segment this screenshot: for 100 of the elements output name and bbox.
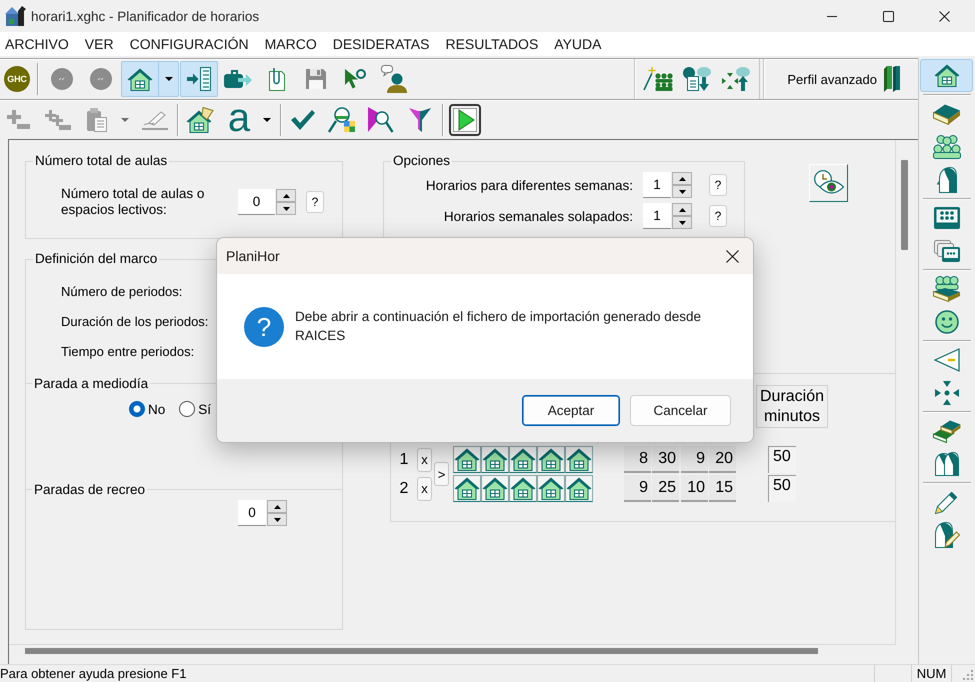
checkmark-icon xyxy=(291,110,315,130)
dialog-button[interactable]: Cancelar xyxy=(630,395,731,426)
spin-up-button[interactable] xyxy=(672,203,692,216)
house-icon xyxy=(538,477,564,500)
menu-item[interactable]: DESIDERATAS xyxy=(332,36,430,52)
books-icon xyxy=(884,66,900,92)
day-cell[interactable] xyxy=(481,475,509,502)
spin-up-button[interactable] xyxy=(276,189,296,202)
number-field[interactable]: 1 xyxy=(643,172,671,198)
number-field[interactable]: 1 xyxy=(643,203,671,229)
triangle-icon xyxy=(934,348,960,372)
day-cell[interactable] xyxy=(565,475,593,502)
time-cell: 20 xyxy=(709,446,736,473)
dialog-button[interactable]: Aceptar xyxy=(522,395,620,426)
day-cell[interactable] xyxy=(537,446,565,473)
day-cell[interactable] xyxy=(481,446,509,473)
head-profile-icon xyxy=(936,166,956,192)
people-book-icon xyxy=(932,276,960,302)
maximize-icon xyxy=(882,10,894,22)
play-icon xyxy=(449,104,481,136)
vertical-scrollbar-thumb[interactable] xyxy=(901,160,908,250)
eye-clock-icon xyxy=(814,170,844,196)
house-icon xyxy=(127,68,153,90)
group-title: Número total de aulas xyxy=(34,153,168,169)
help-button[interactable]: ? xyxy=(709,205,727,227)
field-label: Horarios semanales solapados: xyxy=(442,208,633,224)
briefcase-icon xyxy=(224,70,252,88)
time-cell: 30 xyxy=(652,446,679,473)
day-cell[interactable] xyxy=(509,446,537,473)
dialog-title: PlaniHor xyxy=(226,248,281,264)
menu-item[interactable]: AYUDA xyxy=(554,36,602,52)
radio-option[interactable]: No xyxy=(129,400,166,418)
smiley-face-icon xyxy=(934,310,958,334)
duration-field[interactable]: 50 xyxy=(768,446,796,473)
up-arrow-icon xyxy=(678,208,686,212)
head-pencil-icon xyxy=(934,522,960,548)
up-arrow-icon xyxy=(678,176,686,180)
menu-item[interactable]: VER xyxy=(84,36,114,52)
house-icon xyxy=(482,477,508,500)
pencil-icon xyxy=(934,490,958,514)
view-button[interactable] xyxy=(809,164,848,202)
arrow-into-panel-icon xyxy=(187,67,211,91)
magnifier-icon xyxy=(368,106,394,132)
clipboard-icon xyxy=(87,108,107,132)
day-cell[interactable] xyxy=(565,446,593,473)
double-plus-icon xyxy=(45,110,71,130)
people-group-wand-icon xyxy=(643,67,673,91)
field-label: Horarios para diferentes semanas: xyxy=(424,178,633,192)
number-field[interactable]: 0 xyxy=(238,500,266,526)
house-icon xyxy=(454,448,480,471)
stacked-books-icon xyxy=(932,418,960,442)
radio-option[interactable]: Sí xyxy=(179,400,212,418)
house-icon xyxy=(454,477,480,500)
help-button[interactable]: ? xyxy=(306,191,324,213)
arrows-inward-icon xyxy=(934,380,958,404)
circle-icon xyxy=(90,68,112,90)
move-button[interactable]: > xyxy=(434,462,449,486)
book-icon xyxy=(932,102,960,124)
close-icon xyxy=(726,250,738,262)
house-icon xyxy=(482,448,508,471)
horizontal-scrollbar-thumb[interactable] xyxy=(25,648,818,654)
status-text: Para obtener ayuda presione F1 xyxy=(0,665,188,682)
toolbar-button[interactable] xyxy=(180,61,218,97)
day-cell[interactable] xyxy=(453,475,481,502)
spin-down-button[interactable] xyxy=(276,202,296,215)
spin-up-button[interactable] xyxy=(267,500,287,513)
profile-button[interactable]: Perfil avanzado xyxy=(763,59,918,99)
day-cell[interactable] xyxy=(453,446,481,473)
menu-item[interactable]: ARCHIVO xyxy=(5,36,69,52)
font-button[interactable]: a xyxy=(220,102,277,138)
spin-down-button[interactable] xyxy=(672,216,692,229)
menu-item[interactable]: CONFIGURACIÓN xyxy=(130,36,249,52)
number-field[interactable]: 0 xyxy=(238,189,275,215)
sidebar-button[interactable] xyxy=(920,59,973,92)
caret-icon xyxy=(262,118,270,122)
arrows-cloud-icon xyxy=(722,67,750,91)
day-cell[interactable] xyxy=(537,475,565,502)
remove-row-button[interactable]: x xyxy=(417,448,432,472)
spin-down-button[interactable] xyxy=(267,513,287,526)
plus-icon xyxy=(7,110,31,130)
remove-row-button[interactable]: x xyxy=(417,476,432,500)
menu-item[interactable]: MARCO xyxy=(264,36,317,52)
day-cell[interactable] xyxy=(509,475,537,502)
field-label: Número total de aulas o espacios lectivos: xyxy=(61,186,206,218)
help-button[interactable]: ? xyxy=(709,174,727,196)
house-icon xyxy=(566,448,592,471)
menu-item[interactable]: RESULTADOS xyxy=(445,36,538,52)
paperclip-document-icon xyxy=(269,67,285,91)
duration-field[interactable]: 50 xyxy=(768,475,796,502)
two-heads-icon xyxy=(934,452,960,476)
circle-icon xyxy=(51,68,73,90)
magnifier-chart-icon xyxy=(328,106,356,132)
house-icon xyxy=(566,477,592,500)
logo-button[interactable]: GHC xyxy=(4,66,30,92)
toolbar-button[interactable] xyxy=(446,102,484,138)
close-icon xyxy=(938,10,950,22)
spin-down-button[interactable] xyxy=(672,185,692,198)
spin-up-button[interactable] xyxy=(672,172,692,185)
down-arrow-icon xyxy=(678,190,686,194)
dialog-message: Debe abrir a continuación el fichero de importación generado desde RAICES xyxy=(295,308,702,345)
